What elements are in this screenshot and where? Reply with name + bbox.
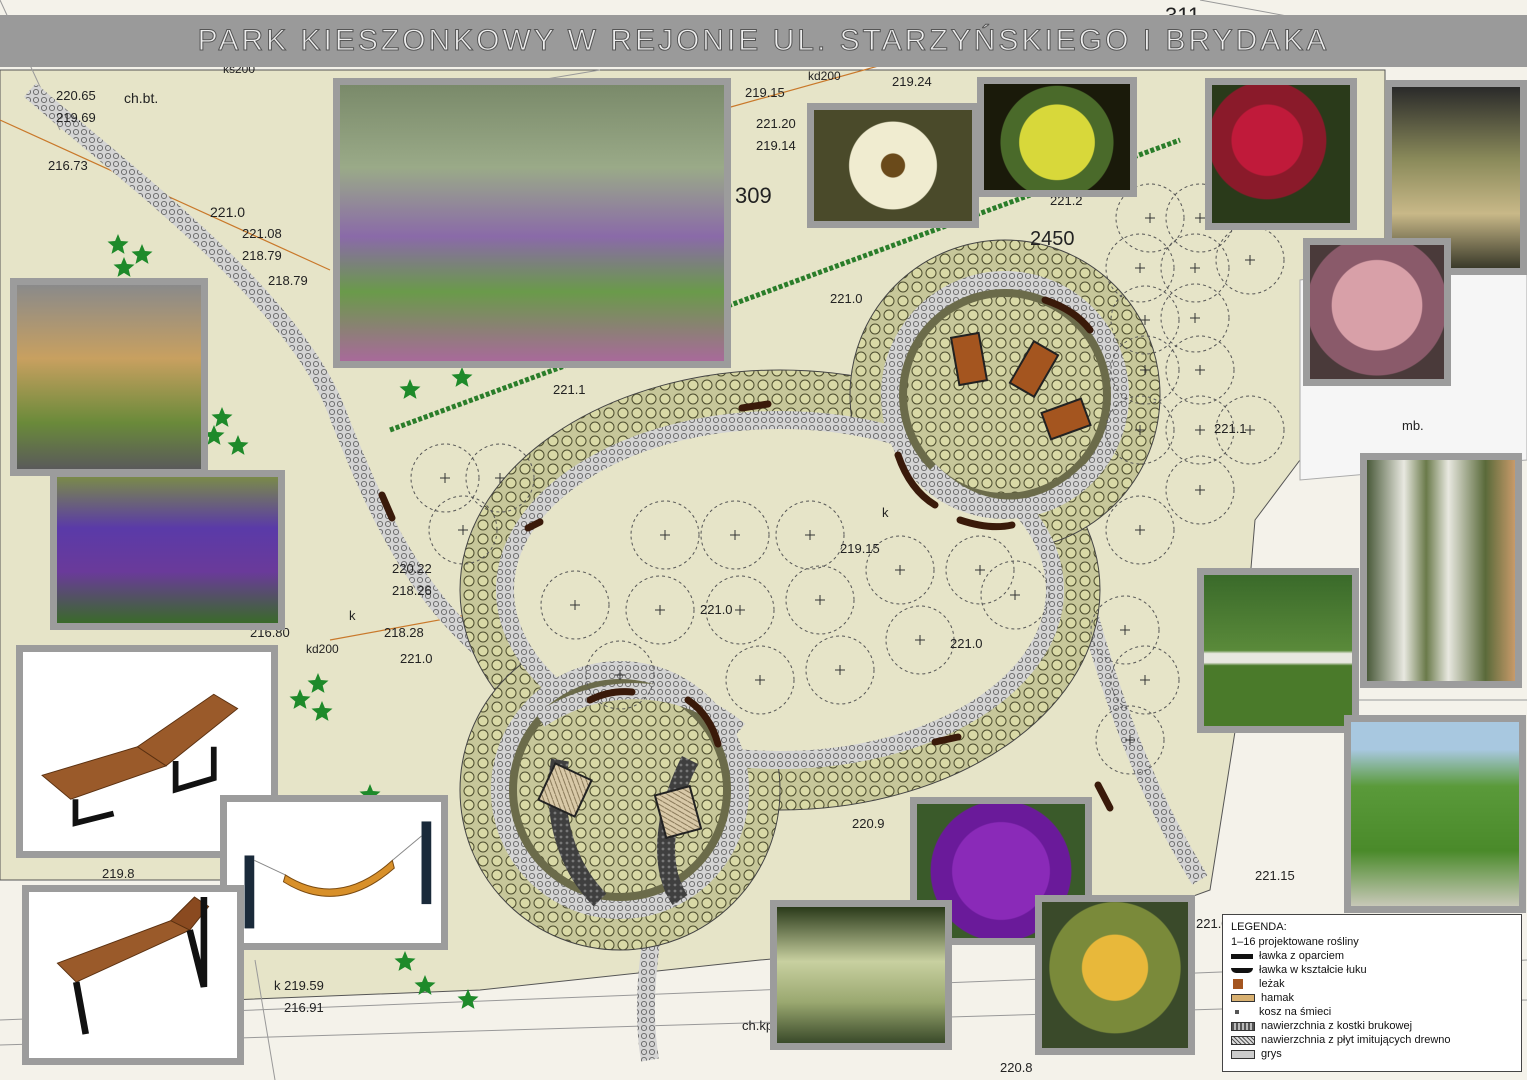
survey-label: 2450 (1030, 228, 1075, 250)
photo-garden-visualisation (333, 78, 731, 368)
survey-label: 221.1 (553, 382, 586, 397)
photo-stipa (770, 900, 952, 1050)
photo-sedum (1303, 238, 1451, 386)
arc-bench-icon (1231, 967, 1253, 973)
survey-label: ch.kp (742, 1018, 773, 1033)
photo-euphorbia (977, 77, 1137, 197)
legend-item: ławka z oparciem (1231, 949, 1513, 963)
survey-label: 221.0 (400, 651, 433, 666)
hammock-icon (1231, 994, 1255, 1002)
bench-drawing (56, 896, 210, 1035)
survey-label: 220.8 (1000, 1060, 1033, 1075)
legend-item: hamak (1231, 991, 1513, 1005)
survey-label: 219.15 (745, 85, 785, 100)
legend-item: nawierzchnia z kostki brukowej (1231, 1019, 1513, 1033)
photo-calamagrostis (10, 278, 208, 476)
survey-label: 220.9 (852, 816, 885, 831)
photo-birch-multi (1360, 453, 1522, 688)
title-bar: PARK KIESZONKOWY W REJONIE UL. STARZYŃSK… (0, 15, 1527, 67)
survey-label: 221.20 (756, 116, 796, 131)
photo-salvia (50, 470, 285, 630)
survey-label: 221.0 (210, 204, 245, 220)
survey-label: kd200 (306, 642, 339, 656)
legend-label: hamak (1261, 992, 1295, 1004)
survey-label: 221.15 (1255, 868, 1295, 883)
survey-label: k 219.59 (274, 978, 324, 993)
legend-item: grys (1231, 1047, 1513, 1061)
survey-label: 219.69 (56, 110, 96, 125)
survey-label: 219.24 (892, 74, 932, 89)
legend-item: 1–16 projektowane rośliny (1231, 935, 1513, 949)
northeast-inner-planting (907, 297, 1103, 493)
legend-label: grys (1261, 1048, 1282, 1060)
photo-echinacea-white (807, 103, 979, 228)
deck-icon (1231, 1035, 1255, 1045)
legend-item: kosz na śmieci (1231, 1005, 1513, 1019)
survey-label: 220.22 (392, 561, 432, 576)
survey-label: ch.bt. (124, 90, 158, 106)
legend-item: ławka w kształcie łuku (1231, 963, 1513, 977)
legend-title: LEGENDA: (1231, 921, 1287, 933)
survey-label: k (882, 505, 889, 520)
legend-label: nawierzchnia z kostki brukowej (1261, 1020, 1413, 1032)
survey-label: 221.0 (950, 636, 983, 651)
survey-label: k (349, 608, 356, 623)
survey-label: 218.79 (268, 273, 308, 288)
survey-label: 221.0 (700, 602, 733, 617)
legend-label: leżak (1259, 978, 1285, 990)
legend: LEGENDA: 1–16 projektowane rośliny ławka … (1222, 914, 1522, 1072)
survey-label: 221.08 (242, 226, 282, 241)
bench-icon (1231, 953, 1253, 959)
survey-label: mb. (1402, 418, 1424, 433)
survey-label: 309 (735, 183, 772, 208)
photo-hammock (220, 795, 448, 950)
legend-label: ławka w kształcie łuku (1259, 964, 1367, 976)
survey-label: 216.91 (284, 1000, 324, 1015)
survey-label: 218.26 (392, 583, 432, 598)
survey-label: 219.15 (840, 541, 880, 556)
lounger-icon (1233, 979, 1243, 989)
legend-label: kosz na śmieci (1259, 1006, 1332, 1018)
legend-item: leżak (1231, 977, 1513, 991)
photo-echinacea-red (1205, 78, 1357, 230)
survey-label: 219.14 (756, 138, 796, 153)
legend-item: nawierzchnia z płyt imitujących drewno (1231, 1033, 1513, 1047)
survey-label: 218.79 (242, 248, 282, 263)
legend-label: 1–16 projektowane rośliny (1231, 936, 1359, 948)
survey-label: kd200 (808, 69, 841, 83)
photo-birch-tree (1344, 715, 1526, 913)
survey-label: 218.28 (384, 625, 424, 640)
legend-label: ławka z oparciem (1259, 950, 1344, 962)
legend-label: nawierzchnia z płyt imitujących drewno (1261, 1034, 1451, 1046)
site-plan: ch.bt. 220.65 219.69 216.73 221.0 221.08 218.7… (0, 0, 1527, 1080)
survey-label: 220.65 (56, 88, 96, 103)
survey-label: 219.8 (102, 866, 135, 881)
bin-icon (1235, 1010, 1239, 1014)
photo-birch-lawn (1197, 568, 1359, 733)
hammock-drawing (244, 821, 432, 929)
survey-label: 221.1 (1214, 421, 1247, 436)
survey-label: 221.0 (830, 291, 863, 306)
photo-phlomis (1035, 895, 1195, 1055)
survey-label: 216.73 (48, 158, 88, 173)
paving-icon (1231, 1021, 1255, 1031)
gravel-icon (1231, 1049, 1255, 1059)
page-title: PARK KIESZONKOWY W REJONIE UL. STARZYŃSK… (197, 24, 1330, 58)
photo-bench (22, 885, 244, 1065)
